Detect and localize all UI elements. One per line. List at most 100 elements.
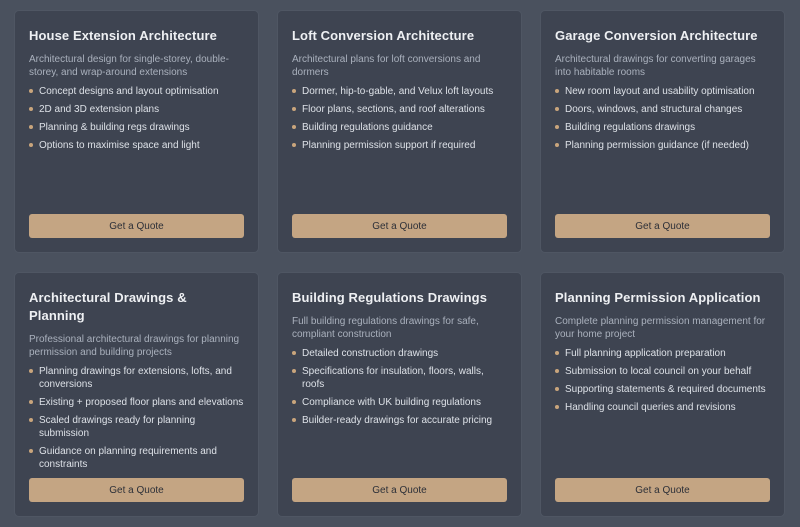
feature-item: Full planning application preparation — [555, 347, 770, 360]
feature-text: Floor plans, sections, and roof alterati… — [302, 104, 485, 115]
feature-item: Compliance with UK building regulations — [292, 396, 507, 409]
feature-text: Existing + proposed floor plans and elev… — [39, 397, 244, 408]
bullet-dot-icon — [29, 143, 33, 147]
card-description: Professional architectural drawings for … — [29, 334, 240, 358]
feature-item: New room layout and usability optimisati… — [555, 85, 770, 98]
get-quote-button[interactable]: Get a Quote — [292, 214, 507, 238]
get-quote-button[interactable]: Get a Quote — [29, 214, 244, 238]
card-title: House Extension Architecture — [29, 28, 217, 43]
feature-text: Handling council queries and revisions — [565, 402, 736, 413]
feature-item: Building regulations guidance — [292, 121, 507, 134]
feature-text: Builder-ready drawings for accurate pric… — [302, 415, 493, 426]
bullet-dot-icon — [29, 369, 33, 373]
card-description: Architectural drawings for converting ga… — [555, 54, 756, 78]
service-card-garage-conversion: Garage Conversion Architecture Architect… — [540, 10, 785, 253]
feature-list: Detailed construction drawings Specifica… — [292, 347, 507, 427]
bullet-dot-icon — [29, 400, 33, 404]
get-quote-button[interactable]: Get a Quote — [29, 478, 244, 502]
feature-item: 2D and 3D extension plans — [29, 103, 244, 116]
feature-text: Supporting statements & required documen… — [565, 384, 766, 395]
bullet-dot-icon — [29, 89, 33, 93]
bullet-dot-icon — [29, 107, 33, 111]
feature-list: Full planning application preparation Su… — [555, 347, 770, 414]
bullet-dot-icon — [292, 125, 296, 129]
service-card-loft-conversion: Loft Conversion Architecture Architectur… — [277, 10, 522, 253]
feature-item: Doors, windows, and structural changes — [555, 103, 770, 116]
feature-item: Guidance on planning requirements and co… — [29, 445, 244, 471]
bullet-dot-icon — [555, 351, 559, 355]
card-description: Architectural design for single-storey, … — [29, 54, 229, 78]
feature-text: Planning drawings for extensions, lofts,… — [39, 366, 232, 390]
feature-text: Detailed construction drawings — [302, 348, 439, 359]
bullet-dot-icon — [555, 405, 559, 409]
feature-item: Handling council queries and revisions — [555, 401, 770, 414]
feature-item: Detailed construction drawings — [292, 347, 507, 360]
feature-list: New room layout and usability optimisati… — [555, 85, 770, 152]
bullet-dot-icon — [292, 418, 296, 422]
feature-text: Specifications for insulation, floors, w… — [302, 366, 484, 390]
feature-text: Planning permission support if required — [302, 140, 476, 151]
card-title: Building Regulations Drawings — [292, 290, 488, 305]
feature-item: Options to maximise space and light — [29, 139, 244, 152]
feature-list: Concept designs and layout optimisation … — [29, 85, 244, 152]
bullet-dot-icon — [555, 143, 559, 147]
feature-text: Planning permission guidance (if needed) — [565, 140, 750, 151]
card-description: Complete planning permission management … — [555, 316, 766, 340]
get-quote-button[interactable]: Get a Quote — [555, 214, 770, 238]
feature-item: Existing + proposed floor plans and elev… — [29, 396, 244, 409]
feature-text: Submission to local council on your beha… — [565, 366, 752, 377]
bullet-dot-icon — [292, 351, 296, 355]
bullet-dot-icon — [555, 387, 559, 391]
services-grid: House Extension Architecture Architectur… — [14, 10, 785, 517]
feature-text: Compliance with UK building regulations — [302, 397, 481, 408]
bullet-dot-icon — [292, 143, 296, 147]
card-title: Garage Conversion Architecture — [555, 28, 758, 43]
bullet-dot-icon — [292, 107, 296, 111]
bullet-dot-icon — [292, 400, 296, 404]
feature-item: Submission to local council on your beha… — [555, 365, 770, 378]
bullet-dot-icon — [555, 125, 559, 129]
feature-item: Concept designs and layout optimisation — [29, 85, 244, 98]
feature-text: Planning & building regs drawings — [39, 122, 190, 133]
feature-item: Planning permission support if required — [292, 139, 507, 152]
feature-list: Dormer, hip-to-gable, and Velux loft lay… — [292, 85, 507, 152]
feature-item: Planning drawings for extensions, lofts,… — [29, 365, 244, 391]
bullet-dot-icon — [555, 107, 559, 111]
feature-text: Options to maximise space and light — [39, 140, 200, 151]
bullet-dot-icon — [555, 89, 559, 93]
feature-text: Building regulations drawings — [565, 122, 696, 133]
feature-item: Planning permission guidance (if needed) — [555, 139, 770, 152]
feature-text: Doors, windows, and structural changes — [565, 104, 743, 115]
feature-item: Builder-ready drawings for accurate pric… — [292, 414, 507, 427]
bullet-dot-icon — [555, 369, 559, 373]
feature-text: Concept designs and layout optimisation — [39, 86, 219, 97]
feature-text: Guidance on planning requirements and co… — [39, 446, 217, 470]
bullet-dot-icon — [292, 369, 296, 373]
feature-text: Dormer, hip-to-gable, and Velux loft lay… — [302, 86, 494, 97]
feature-item: Dormer, hip-to-gable, and Velux loft lay… — [292, 85, 507, 98]
card-description: Architectural plans for loft conversions… — [292, 54, 481, 78]
feature-item: Building regulations drawings — [555, 121, 770, 134]
bullet-dot-icon — [292, 89, 296, 93]
card-title: Loft Conversion Architecture — [292, 28, 475, 43]
card-title: Planning Permission Application — [555, 290, 761, 305]
feature-text: Full planning application preparation — [565, 348, 726, 359]
card-title: Architectural Drawings & Planning — [29, 290, 187, 323]
feature-item: Planning & building regs drawings — [29, 121, 244, 134]
feature-text: Building regulations guidance — [302, 122, 433, 133]
bullet-dot-icon — [29, 449, 33, 453]
service-card-architectural-drawings: Architectural Drawings & Planning Profes… — [14, 272, 259, 517]
feature-text: New room layout and usability optimisati… — [565, 86, 755, 97]
get-quote-button[interactable]: Get a Quote — [292, 478, 507, 502]
feature-text: 2D and 3D extension plans — [39, 104, 160, 115]
feature-item: Scaled drawings ready for planning submi… — [29, 414, 244, 440]
feature-item: Supporting statements & required documen… — [555, 383, 770, 396]
get-quote-button[interactable]: Get a Quote — [555, 478, 770, 502]
bullet-dot-icon — [29, 418, 33, 422]
feature-item: Specifications for insulation, floors, w… — [292, 365, 507, 391]
feature-list: Planning drawings for extensions, lofts,… — [29, 365, 244, 471]
feature-item: Floor plans, sections, and roof alterati… — [292, 103, 507, 116]
bullet-dot-icon — [29, 125, 33, 129]
feature-text: Scaled drawings ready for planning submi… — [39, 415, 196, 439]
service-card-planning-permission: Planning Permission Application Complete… — [540, 272, 785, 517]
